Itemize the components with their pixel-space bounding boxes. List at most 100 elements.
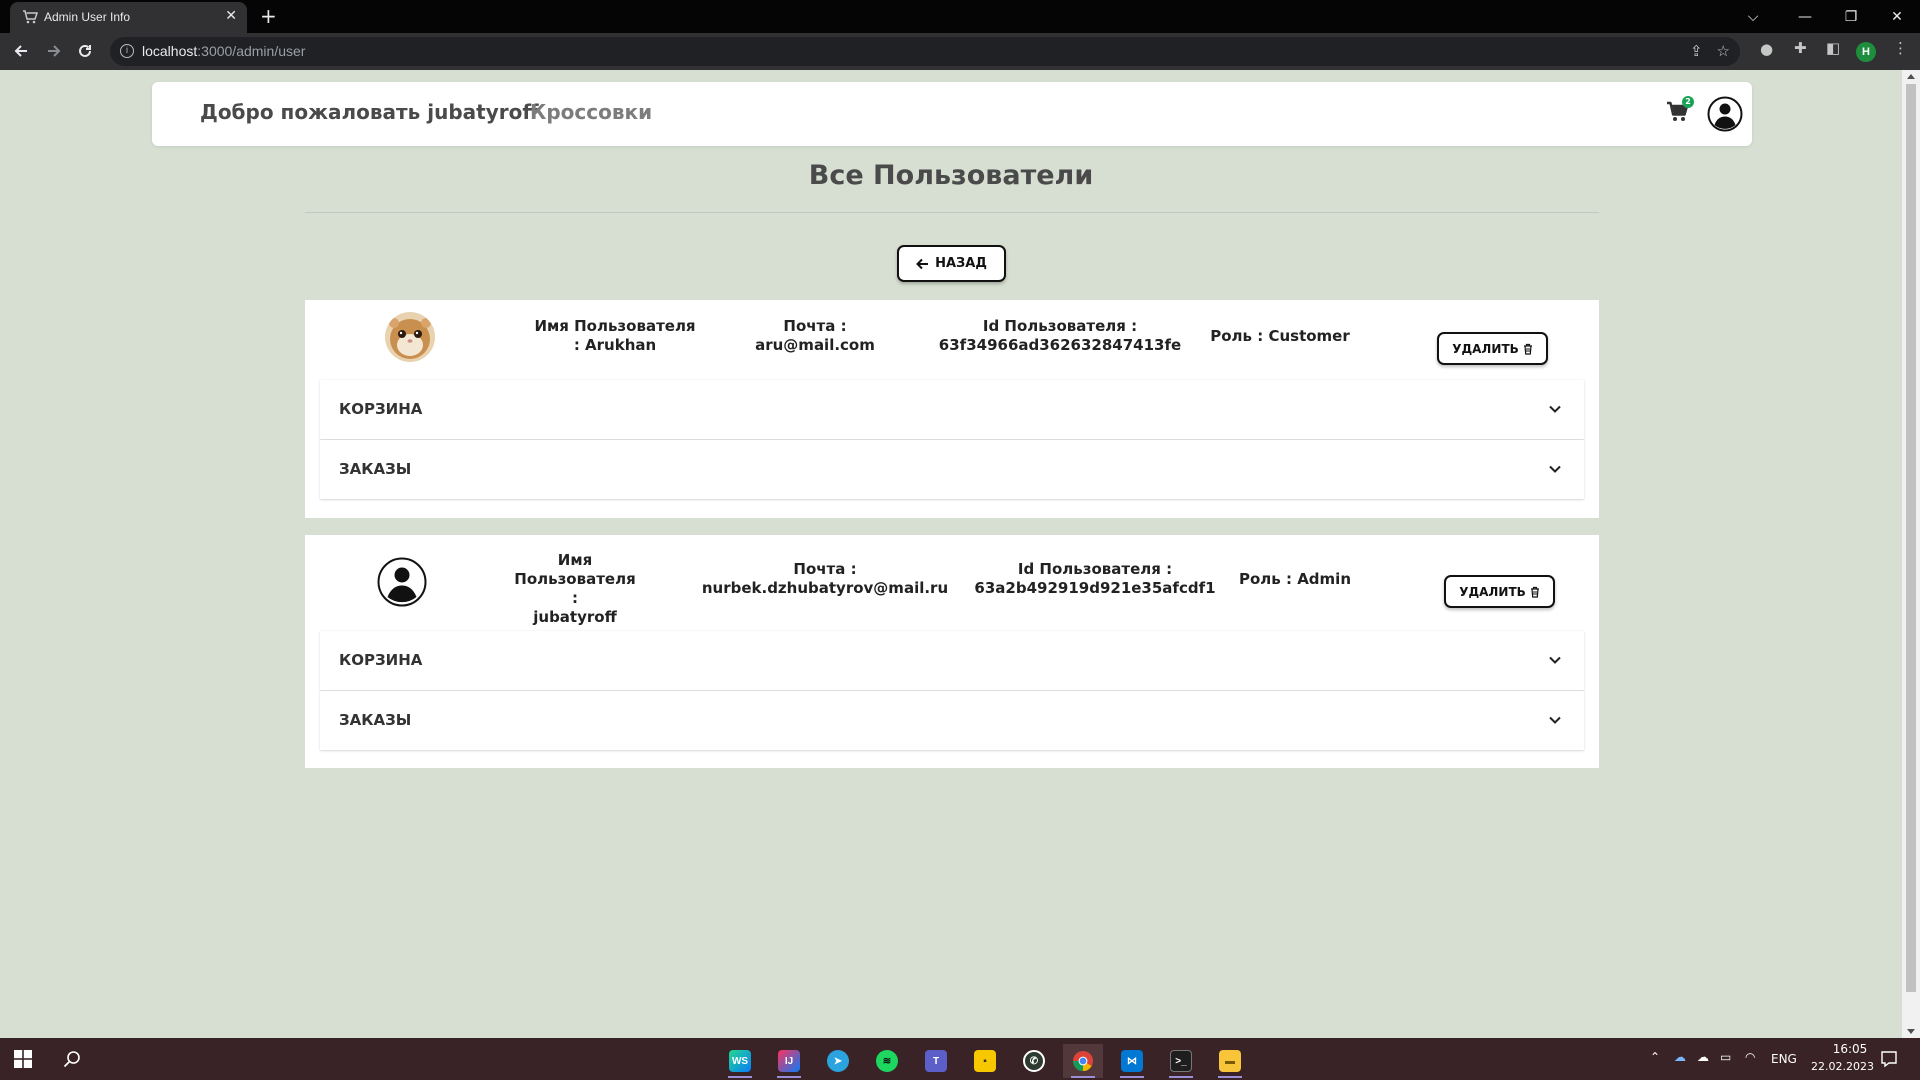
scroll-up-arrow-icon[interactable] — [1907, 74, 1915, 79]
user-name-label-cont: Пользователя : — [514, 570, 636, 607]
cart-accordion-label: КОРЗИНА — [339, 400, 423, 418]
user-id-label: Id Пользователя : — [1017, 560, 1173, 578]
page-title: Все Пользователи — [808, 160, 1094, 191]
terminal-app-icon[interactable]: >_ — [1161, 1044, 1201, 1078]
scroll-down-arrow-icon[interactable] — [1907, 1029, 1915, 1034]
url-bar[interactable]: i localhost:3000/admin/user ⇪ ☆ — [110, 37, 1740, 66]
user-silhouette-icon — [377, 557, 427, 607]
omnibox-actions: ⇪ ☆ — [1690, 42, 1730, 60]
user-email-value: nurbek.dzhubatyrov@mail.ru — [701, 579, 949, 597]
share-icon[interactable]: ⇪ — [1690, 42, 1703, 60]
clock-time[interactable]: 16:05 — [1820, 1042, 1880, 1056]
file-explorer-app-icon[interactable]: ▬ — [1210, 1044, 1250, 1078]
new-tab-button[interactable]: + — [260, 4, 277, 28]
search-icon[interactable] — [62, 1049, 82, 1069]
cart-favicon-icon — [23, 10, 38, 24]
user-card: Имя Пользователя : jubatyroff Почта : nu… — [305, 535, 1599, 768]
user-photo-avatar — [385, 312, 435, 362]
default-user-avatar — [377, 557, 427, 607]
back-button-label: НАЗАД — [935, 256, 987, 271]
windows-start-icon[interactable] — [14, 1050, 32, 1068]
clock-date[interactable]: 22.02.2023 — [1805, 1060, 1880, 1073]
page-scrollbar[interactable] — [1902, 70, 1920, 1038]
user-id-label: Id Пользователя : — [982, 317, 1138, 335]
minimize-icon[interactable]: — — [1782, 0, 1828, 33]
language-indicator[interactable]: ENG — [1771, 1052, 1797, 1066]
spotify-app-icon[interactable]: ≋ — [867, 1044, 907, 1078]
close-window-icon[interactable]: ✕ — [1874, 0, 1920, 33]
battery-icon[interactable]: ▭ — [1720, 1050, 1731, 1064]
side-panel-icon[interactable]: ◧ — [1826, 39, 1840, 57]
title-divider — [305, 212, 1599, 213]
notifications-icon[interactable] — [1880, 1050, 1898, 1068]
bookmark-star-icon[interactable]: ☆ — [1717, 42, 1730, 60]
tab-title: Admin User Info — [44, 10, 131, 24]
telegram-app-icon[interactable]: ➤ — [818, 1044, 858, 1078]
vscode-app-icon[interactable]: ⋈ — [1112, 1044, 1152, 1078]
intellij-app-icon[interactable]: IJ — [769, 1044, 809, 1078]
user-id-field: Id Пользователя : 63f34966ad362632847413… — [925, 317, 1195, 355]
page-viewport: Добро пожаловать jubatyroff Кроссовки 2 … — [0, 70, 1902, 1038]
tab-search-chevron-icon[interactable]: ⌵ — [1724, 0, 1782, 33]
user-id-field: Id Пользователя : 63a2b492919d921e35afcd… — [970, 560, 1220, 598]
url-text[interactable]: localhost:3000/admin/user — [142, 43, 305, 59]
user-id-value: 63f34966ad362632847413fe — [938, 336, 1182, 354]
cart-accordion-label: КОРЗИНА — [339, 651, 423, 669]
menu-dots-icon[interactable]: ⋮ — [1893, 39, 1908, 57]
cart-accordion[interactable]: КОРЗИНА — [320, 631, 1584, 690]
sticky-notes-app-icon[interactable]: ▪ — [965, 1044, 1005, 1078]
orders-accordion-label: ЗАКАЗЫ — [339, 711, 412, 729]
user-name-value: : Arukhan — [573, 336, 657, 354]
user-role: Роль : Customer — [1210, 327, 1350, 345]
arrow-left-icon — [916, 258, 929, 269]
extension-icon[interactable]: ● — [1760, 40, 1773, 58]
welcome-brand[interactable]: Добро пожаловать jubatyroff — [200, 100, 539, 124]
browser-tab-strip: Admin User Info ✕ + ⌵ — ❐ ✕ — [0, 0, 1920, 33]
user-avatar-icon[interactable] — [1707, 96, 1743, 132]
webstorm-app-icon[interactable]: WS — [720, 1044, 760, 1078]
wifi-icon[interactable]: ◠ — [1745, 1050, 1755, 1064]
whatsapp-app-icon[interactable]: ✆ — [1014, 1044, 1054, 1078]
url-path: :3000/admin/user — [197, 43, 306, 59]
site-info-icon[interactable]: i — [120, 44, 134, 58]
reload-icon[interactable] — [74, 40, 96, 62]
chevron-down-icon — [1549, 405, 1561, 413]
delete-button-label: УДАЛИТЬ — [1452, 341, 1519, 356]
tray-cloud-error-icon[interactable]: ☁ — [1674, 1050, 1686, 1064]
chrome-logo-icon — [1072, 1051, 1093, 1072]
teams-app-icon[interactable]: T — [916, 1044, 956, 1078]
onedrive-icon[interactable]: ☁ — [1697, 1050, 1709, 1064]
back-arrow-icon[interactable] — [10, 40, 32, 62]
delete-user-button[interactable]: УДАЛИТЬ — [1444, 575, 1555, 608]
windows-taskbar: WS IJ ➤ ≋ T ▪ ✆ ⋈ >_ ▬ ⌃ ☁ ☁ ▭ ◠ ENG 16:… — [0, 1038, 1920, 1080]
trash-icon — [1530, 586, 1539, 598]
sneakers-nav-link[interactable]: Кроссовки — [530, 100, 652, 124]
user-id-value: 63a2b492919d921e35afcdf1 — [974, 579, 1216, 597]
orders-accordion[interactable]: ЗАКАЗЫ — [320, 440, 1584, 499]
top-navbar: Добро пожаловать jubatyroff Кроссовки 2 — [152, 82, 1752, 146]
user-name-label: Имя — [557, 551, 593, 569]
orders-accordion[interactable]: ЗАКАЗЫ — [320, 691, 1584, 750]
browser-tab[interactable]: Admin User Info ✕ — [10, 2, 247, 33]
profile-avatar[interactable]: H — [1856, 42, 1876, 62]
user-name-value: jubatyroff — [533, 608, 617, 626]
user-name-label: Имя Пользователя — [534, 317, 696, 335]
scroll-thumb[interactable] — [1906, 84, 1916, 992]
user-email-label: Почта : — [793, 560, 857, 578]
chevron-down-icon — [1549, 716, 1561, 724]
delete-user-button[interactable]: УДАЛИТЬ — [1437, 332, 1548, 365]
back-button[interactable]: НАЗАД — [897, 245, 1006, 282]
tab-close-icon[interactable]: ✕ — [225, 8, 237, 24]
cart-accordion[interactable]: КОРЗИНА — [320, 380, 1584, 439]
user-email-field: Почта : nurbek.dzhubatyrov@mail.ru — [690, 560, 960, 598]
chrome-app-icon[interactable] — [1063, 1044, 1103, 1078]
delete-button-label: УДАЛИТЬ — [1459, 584, 1526, 599]
tray-chevron-icon[interactable]: ⌃ — [1650, 1050, 1660, 1064]
puzzle-extensions-icon[interactable]: ✚ — [1794, 39, 1807, 57]
user-name-field: Имя Пользователя : Arukhan — [525, 317, 705, 355]
orders-accordion-label: ЗАКАЗЫ — [339, 460, 412, 478]
hamster-photo-icon — [385, 312, 435, 362]
url-host: localhost — [142, 43, 198, 59]
restore-icon[interactable]: ❐ — [1828, 0, 1874, 33]
forward-arrow-icon[interactable] — [43, 40, 65, 62]
